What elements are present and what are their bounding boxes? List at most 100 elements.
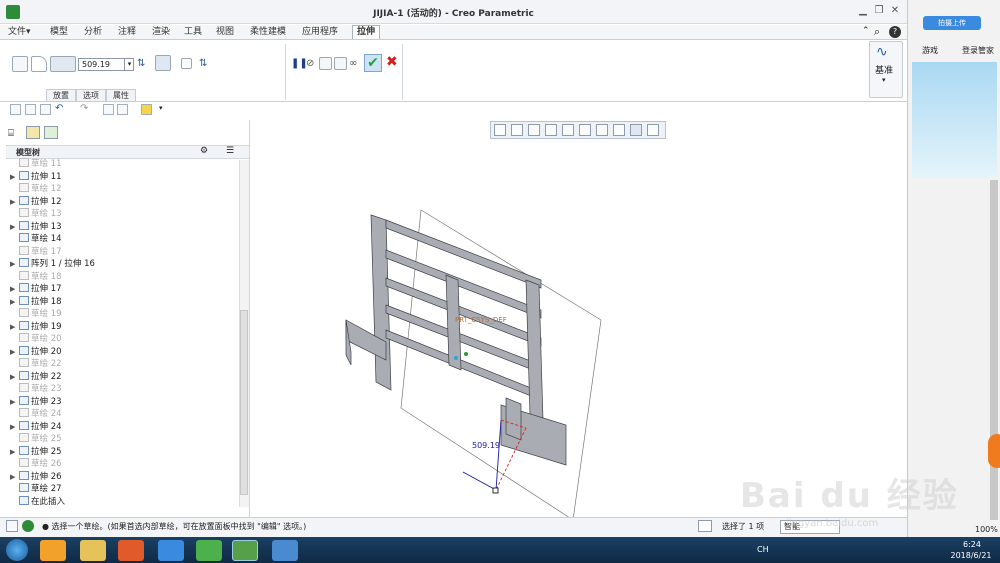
chevron-down-icon[interactable]: ▾ [124,58,134,71]
browser-scrollbar[interactable] [990,180,998,520]
tree-item[interactable]: ▶ 拉伸 11 [10,170,62,183]
folder-icon[interactable] [141,104,152,115]
tree-item[interactable]: ▶ 拉伸 18 [10,295,62,308]
solid-icon[interactable] [12,56,28,72]
clock-date[interactable]: 2018/6/21 [944,551,998,560]
model-view[interactable] [251,120,907,517]
expand-arrow-icon[interactable]: ▶ [10,471,19,483]
flip-material-icon[interactable]: ⇅ [199,58,207,69]
tree-settings-icon[interactable]: ⚙ [200,146,208,156]
expand-arrow-icon[interactable]: ▶ [10,421,19,433]
tab-analysis[interactable]: 分析 [84,26,102,40]
tab-model[interactable]: 模型 [50,26,68,40]
expand-arrow-icon[interactable]: ▶ [10,321,19,333]
undo-icon[interactable]: ↶ [55,103,63,114]
toggle-navigator-icon[interactable] [6,520,18,532]
tree-item[interactable]: 草绘 25 [10,433,62,445]
tree-item[interactable]: ▶ 拉伸 25 [10,445,62,458]
depth-option-button[interactable] [50,56,76,72]
open-icon[interactable] [25,104,36,115]
expand-arrow-icon[interactable]: ▶ [10,396,19,408]
remove-material-icon[interactable] [155,55,171,71]
tree-item[interactable]: 草绘 14 [10,233,62,245]
tree-item[interactable]: ▶ 拉伸 17 [10,283,62,295]
tree-item[interactable]: 草绘 18 [10,270,62,283]
tab-annotate[interactable]: 注释 [118,26,136,40]
tree-item[interactable]: 草绘 22 [10,358,62,370]
tree-item[interactable]: 草绘 20 [10,333,62,345]
subtab-options[interactable]: 选项 [76,89,106,101]
expand-arrow-icon[interactable]: ▶ [10,196,19,208]
close-icon[interactable]: ✕ [888,4,902,18]
games-link[interactable]: 游戏 [922,45,938,56]
glasses-icon[interactable]: ∞ [349,58,357,69]
baidu-cloud-taskbar-icon[interactable] [158,540,184,561]
login-link[interactable]: 登录管家 [962,45,994,56]
expand-arrow-icon[interactable]: ▶ [10,171,19,183]
tree-item[interactable]: ▶ 拉伸 26 [10,470,62,483]
folder-browser-tab-icon[interactable] [26,126,40,139]
clock-time[interactable]: 6:24 [948,540,996,549]
tree-scrollbar-thumb[interactable] [240,310,248,495]
expand-arrow-icon[interactable]: ▶ [10,346,19,358]
model-tree-tab-icon[interactable]: ⌸ [8,128,14,139]
ok-check-icon[interactable]: ✔ [364,54,382,72]
help-icon[interactable]: ? [889,26,901,38]
expand-arrow-icon[interactable]: ▶ [10,446,19,458]
subtab-properties[interactable]: 属性 [106,89,136,101]
search-icon[interactable]: ⌕ [874,25,880,39]
tree-item[interactable]: ▶ 拉伸 22 [10,370,62,383]
windows-icon[interactable] [117,104,128,115]
customize-qat-icon[interactable]: ▾ [159,104,163,112]
tree-item[interactable]: 草绘 17 [10,245,62,258]
tree-item[interactable]: ▶ 阵列 1 / 拉伸 16 [10,258,95,270]
subtab-placement[interactable]: 放置 [46,89,76,101]
tree-item[interactable]: 在此插入 [10,495,65,508]
media-taskbar-icon[interactable] [118,540,144,561]
no-preview-icon[interactable]: ⊘ [306,58,314,69]
tree-item[interactable]: 草绘 27 [10,483,62,495]
tree-item[interactable]: ▶ 拉伸 12 [10,195,62,208]
dimension-value[interactable]: 509.19 [472,441,500,450]
cancel-x-icon[interactable]: ✖ [386,54,398,70]
selection-icon[interactable] [698,520,712,532]
tab-render[interactable]: 渲染 [152,26,170,40]
favorites-tab-icon[interactable] [44,126,58,139]
minimize-icon[interactable]: ▁ [856,4,870,18]
expand-arrow-icon[interactable]: ▶ [10,258,19,270]
tree-item[interactable]: 草绘 19 [10,308,62,320]
tree-item[interactable]: 草绘 26 [10,458,62,470]
new-icon[interactable] [10,104,21,115]
tree-item[interactable]: ▶ 拉伸 23 [10,395,62,408]
geometry-preview-icon[interactable] [319,57,332,70]
collapse-icon[interactable]: ⌃ [862,26,870,36]
tab-file[interactable]: 文件▾ [8,26,31,40]
zoom-level[interactable]: 100% [975,525,998,534]
redo-icon[interactable]: ↷ [80,103,88,114]
thicken-icon[interactable] [181,58,192,69]
creo-taskbar-icon[interactable] [232,540,258,561]
tree-item[interactable]: ▶ 拉伸 19 [10,320,62,333]
tree-item[interactable]: ▶ 拉伸 20 [10,345,62,358]
tab-applications[interactable]: 应用程序 [302,26,338,40]
feedback-button[interactable] [988,434,1000,468]
tab-tools[interactable]: 工具 [184,26,202,40]
expand-arrow-icon[interactable]: ▶ [10,371,19,383]
tab-extrude[interactable]: 拉伸 [352,25,381,39]
tree-item[interactable]: 草绘 11 [10,158,62,170]
tree-item[interactable]: ▶ 拉伸 24 [10,420,62,433]
tab-flexible-modeling[interactable]: 柔性建模 [250,26,286,40]
tab-view[interactable]: 视图 [216,26,234,40]
verify-icon[interactable] [334,57,347,70]
save-icon[interactable] [40,104,51,115]
upload-button[interactable]: 拍摄上传 [923,16,981,30]
language-indicator[interactable]: CH [757,545,769,554]
browser-icon[interactable] [22,520,34,532]
flip-direction-icon[interactable]: ⇅ [137,58,145,69]
browser-taskbar-icon[interactable] [196,540,222,561]
explorer-taskbar-icon[interactable] [80,540,106,561]
expand-arrow-icon[interactable]: ▶ [10,221,19,233]
tree-item[interactable]: 草绘 13 [10,208,62,220]
tree-item[interactable]: 草绘 12 [10,183,62,195]
tree-item[interactable]: ▶ 拉伸 13 [10,220,62,233]
